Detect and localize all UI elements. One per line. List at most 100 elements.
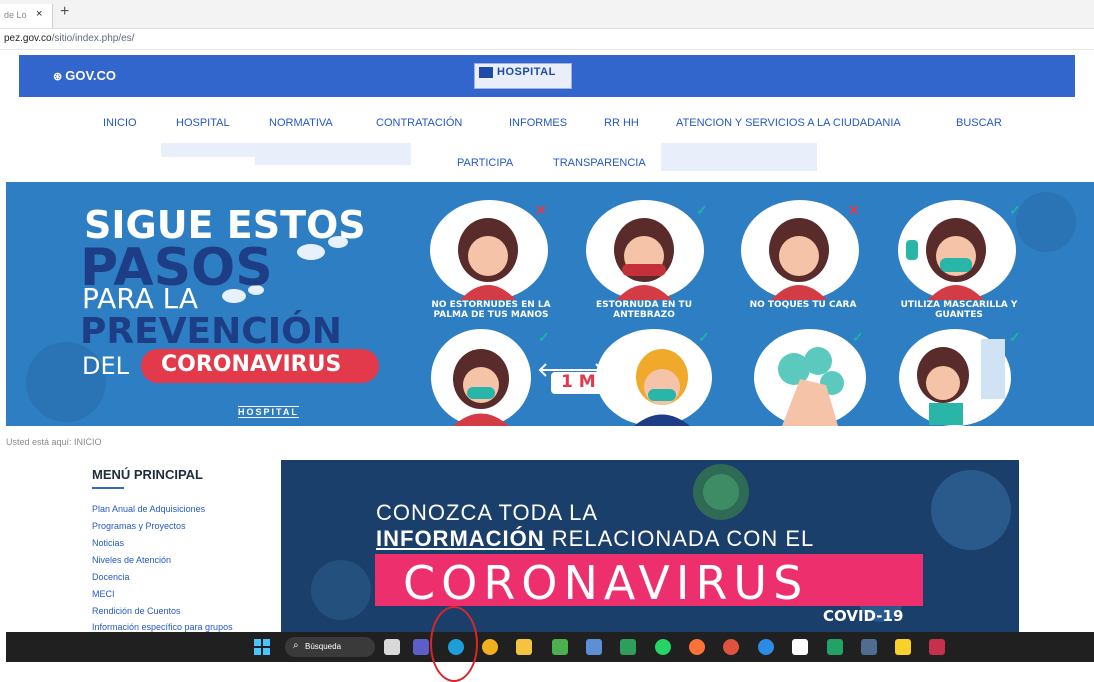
nav-normativa[interactable]: NORMATIVA (269, 117, 333, 129)
step-illustration-6 (596, 329, 712, 426)
cross-mark-icon: ✕ (848, 202, 860, 218)
menu-link-niveles[interactable]: Niveles de Atención (92, 555, 171, 565)
address-bar[interactable]: pez.gov.co/sitio/index.php/es/ (0, 29, 1094, 50)
firefox-icon[interactable] (689, 639, 705, 655)
gov-logo-text: GOV.CO (65, 68, 117, 83)
tab-title: de Lo (4, 10, 27, 20)
breadcrumb: Usted está aquí: INICIO (6, 437, 102, 447)
distance-text: 1 M (561, 372, 596, 392)
step-label-2: ESTORNUDA EN TU ANTEBRAZO (595, 300, 693, 320)
nav-informes[interactable]: INFORMES (509, 117, 567, 129)
app-icon-3[interactable] (723, 639, 739, 655)
app-icon-2[interactable] (586, 639, 602, 655)
nav-hospital[interactable]: HOSPITAL (176, 117, 230, 129)
url-text[interactable]: pez.gov.co/sitio/index.php/es/ (4, 33, 134, 44)
nav-participa[interactable]: PARTICIPA (457, 157, 513, 169)
windows-start-icon[interactable] (254, 639, 270, 655)
check-mark-icon: ✓ (538, 329, 550, 345)
highlight-annotation-ellipse (430, 606, 478, 682)
step-illustration-3 (741, 200, 859, 300)
nav-rrhh[interactable]: RR HH (604, 117, 639, 129)
chrome-icon[interactable] (482, 639, 498, 655)
woman-sneezing-elbow-icon (614, 218, 674, 300)
hand-washing-icon (778, 347, 844, 426)
hospital-logo-text: HOSPITAL (497, 66, 556, 78)
close-tab-icon[interactable]: × (36, 8, 42, 20)
check-mark-icon: ✓ (852, 329, 864, 345)
banner-title-line3: PARA LA (82, 282, 199, 315)
check-mark-icon: ✓ (1009, 329, 1021, 345)
excel-icon[interactable] (827, 639, 843, 655)
gov-header-bar: ⊛ GOV.CO HOSPITAL (19, 55, 1075, 97)
dropdown-ghost (255, 143, 411, 165)
sticky-notes-icon[interactable] (895, 639, 911, 655)
menu-link-docencia[interactable]: Docencia (92, 572, 130, 582)
browser-tab[interactable]: de Lo × (0, 4, 53, 28)
hospital-logo[interactable]: HOSPITAL (474, 63, 572, 89)
coronavirus-pill-text: CORONAVIRUS (161, 352, 342, 377)
check-mark-icon: ✓ (696, 202, 708, 218)
nav-contratacion[interactable]: CONTRATACIÓN (376, 117, 462, 129)
info-banner-covid-tag: COVID-19 (823, 607, 904, 625)
menu-title-underline (92, 487, 124, 489)
info-banner-line2-rest: RELACIONADA CON EL (544, 526, 815, 551)
whatsapp-icon[interactable] (655, 639, 671, 655)
media-icon[interactable] (620, 639, 636, 655)
sheets-icon[interactable] (861, 639, 877, 655)
nav-atencion-ciudadania[interactable]: ATENCION Y SERVICIOS A LA CIUDADANIA (676, 117, 901, 129)
step-illustration-2 (586, 200, 704, 300)
app-icon-4[interactable] (758, 639, 774, 655)
dropdown-ghost (161, 143, 255, 157)
folder-icon[interactable] (516, 639, 532, 655)
step-illustration-1 (430, 200, 548, 300)
gov-globe-icon: ⊛ (53, 71, 63, 83)
file-explorer-icon[interactable] (384, 639, 400, 655)
url-path: /sitio/index.php/es/ (51, 33, 135, 44)
app-icon-5[interactable] (929, 639, 945, 655)
app-icon[interactable] (552, 639, 568, 655)
man-mask-icon (634, 349, 690, 426)
main-menu-title: MENÚ PRINCIPAL (92, 467, 203, 482)
chart-app-icon[interactable] (792, 639, 808, 655)
nav-buscar[interactable]: BUSCAR (956, 117, 1002, 129)
step-label-4: UTILIZA MASCARILLA Y GUANTES (900, 300, 1018, 320)
menu-link-meci[interactable]: MECI (92, 589, 115, 599)
step-label-1: NO ESTORNUDES EN LA PALMA DE TUS MANOS (431, 300, 551, 320)
step-illustration-8 (899, 329, 1011, 426)
info-banner-bold-word: INFORMACIÓN (376, 526, 545, 551)
banner-title-line5: DEL (82, 352, 130, 380)
prevention-banner[interactable]: SIGUE ESTOS PASOS PARA LA PREVENCIÓN DEL… (6, 182, 1094, 426)
coronavirus-info-banner[interactable]: CONOZCA TODA LA INFORMACIÓN RELACIONADA … (281, 460, 1019, 632)
step-illustration-7 (754, 329, 866, 426)
new-tab-button[interactable]: + (60, 4, 69, 20)
step-illustration-4 (898, 200, 1016, 300)
nav-transparencia[interactable]: TRANSPARENCIA (553, 157, 646, 169)
teams-icon[interactable] (413, 639, 429, 655)
info-banner-line2: INFORMACIÓN RELACIONADA CON EL (376, 526, 814, 552)
check-mark-icon: ✓ (1009, 202, 1021, 218)
banner-title-line4: PREVENCIÓN (80, 311, 342, 352)
woman-mask-icon (453, 349, 509, 426)
woman-touching-face-icon (769, 218, 829, 300)
info-banner-headline-box: CORONAVIRUS (375, 554, 923, 610)
menu-link-rendicion[interactable]: Rendición de Cuentos (92, 606, 181, 616)
menu-link-programas[interactable]: Programas y Proyectos (92, 521, 186, 531)
menu-link-noticias[interactable]: Noticias (92, 538, 124, 548)
coronavirus-pill: CORONAVIRUS (141, 349, 379, 383)
browser-tab-bar: de Lo × + (0, 0, 1094, 29)
hospital-logo-mark-icon (479, 67, 493, 78)
step-illustration-5 (431, 329, 531, 426)
windows-taskbar: ⌕ Búsqueda (6, 632, 1094, 662)
gov-co-logo[interactable]: ⊛ GOV.CO (53, 68, 116, 83)
woman-reading-home-icon (917, 339, 1005, 425)
taskbar-search-box[interactable]: ⌕ Búsqueda (285, 637, 375, 657)
search-icon: ⌕ (293, 640, 299, 651)
info-banner-line1: CONOZCA TODA LA (376, 500, 599, 525)
menu-link-plan-anual[interactable]: Plan Anual de Adquisiciones (92, 504, 205, 514)
taskbar-search-label: Búsqueda (305, 642, 342, 651)
url-host: pez.gov.co (4, 33, 52, 44)
check-mark-icon: ✓ (698, 329, 710, 345)
info-banner-headline: CORONAVIRUS (403, 556, 809, 610)
menu-link-informacion-grupos[interactable]: Información específico para grupos (92, 622, 233, 632)
nav-inicio[interactable]: INICIO (103, 117, 137, 129)
